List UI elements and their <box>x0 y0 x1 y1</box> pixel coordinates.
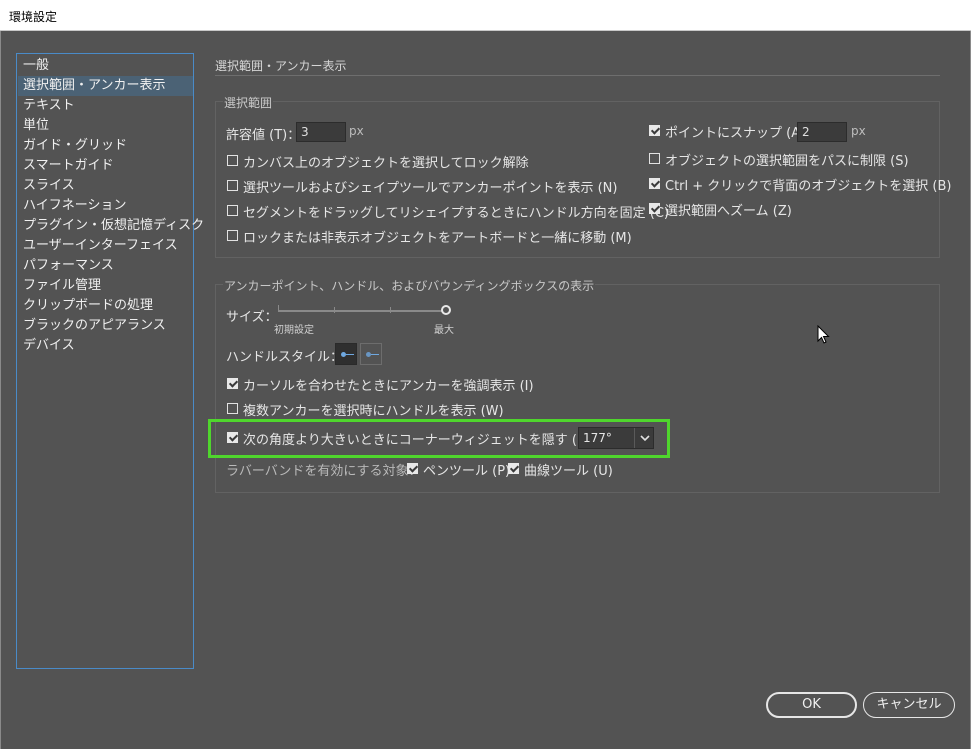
hide-corner-widget-label: 次の角度より大きいときにコーナーウィジェットを隠す (H)： <box>243 433 605 448</box>
unlock-on-canvas-label: カンバス上のオブジェクトを選択してロック解除 <box>243 156 529 171</box>
sidebar-item-selection-anchor[interactable]: 選択範囲・アンカー表示 <box>18 76 193 96</box>
show-anchors-label: 選択ツールおよびシェイプツールでアンカーポイントを表示 (N) <box>243 181 618 196</box>
sidebar-item-general[interactable]: 一般 <box>18 56 193 76</box>
sidebar-item-devices[interactable]: デバイス <box>18 336 193 356</box>
tolerance-label: 許容値 (T)： <box>226 128 301 143</box>
sidebar-item-text[interactable]: テキスト <box>18 96 193 116</box>
move-locked-label: ロックまたは非表示オブジェクトをアートボードと一緒に移動 (M) <box>243 231 632 246</box>
size-label: サイズ： <box>226 310 278 325</box>
unlock-on-canvas-checkbox[interactable] <box>227 155 238 166</box>
size-slider-track[interactable] <box>278 310 446 312</box>
selection-group-title: 選択範囲 <box>223 94 274 111</box>
corner-angle-dropdown[interactable]: 177° <box>578 427 654 449</box>
sidebar-item-clipboard[interactable]: クリップボードの処理 <box>18 296 193 316</box>
size-max-label: 最大 <box>434 325 454 336</box>
constrain-handles-checkbox[interactable] <box>227 205 238 216</box>
size-slider-knob[interactable] <box>441 305 451 315</box>
sidebar-item-performance[interactable]: パフォーマンス <box>18 256 193 276</box>
rubber-band-label: ラバーバンドを有効にする対象： <box>226 464 422 479</box>
hide-corner-widget-checkbox[interactable] <box>227 432 238 443</box>
show-handles-checkbox[interactable] <box>227 403 238 414</box>
pen-tool-label: ペンツール (P) <box>423 464 511 479</box>
window-title: 環境設定 <box>9 10 58 24</box>
sidebar-item-hyphenation[interactable]: ハイフネーション <box>18 196 193 216</box>
zoom-to-selection-checkbox[interactable] <box>649 203 660 214</box>
snap-unit: px <box>851 124 866 138</box>
sidebar-item-user-interface[interactable]: ユーザーインターフェイス <box>18 236 193 256</box>
path-only-label: オブジェクトの選択範囲をパスに制限 (S) <box>665 154 909 169</box>
snap-distance-input[interactable]: 2 <box>797 122 847 142</box>
ctrl-click-behind-checkbox[interactable] <box>649 178 660 189</box>
handle-style-label: ハンドルスタイル： <box>226 350 344 365</box>
curvature-tool-checkbox[interactable] <box>508 463 519 474</box>
highlight-anchors-label: カーソルを合わせたときにアンカーを強調表示 (I) <box>243 379 534 394</box>
snap-to-point-checkbox[interactable] <box>649 125 660 136</box>
dropdown-separator <box>634 428 635 448</box>
cancel-button[interactable]: キャンセル <box>863 692 955 718</box>
sidebar-item-guides-grid[interactable]: ガイド・グリッド <box>18 136 193 156</box>
ok-button[interactable]: OK <box>766 692 857 718</box>
handle-style-hollow-button[interactable] <box>360 343 382 365</box>
highlight-anchors-checkbox[interactable] <box>227 378 238 389</box>
move-locked-checkbox[interactable] <box>227 230 238 241</box>
show-anchors-checkbox[interactable] <box>227 180 238 191</box>
anchor-group-title: アンカーポイント、ハンドル、およびバウンディングボックスの表示 <box>223 277 596 294</box>
sidebar-item-units[interactable]: 単位 <box>18 116 193 136</box>
snap-to-point-label: ポイントにスナップ (A) <box>665 126 806 141</box>
ctrl-click-behind-label: Ctrl + クリックで背面のオブジェクトを選択 (B) <box>665 179 952 194</box>
mouse-cursor-icon <box>817 325 830 344</box>
corner-angle-value: 177° <box>583 431 612 445</box>
divider <box>215 75 940 76</box>
size-tick <box>278 305 279 311</box>
tolerance-unit: px <box>349 124 364 138</box>
size-tick <box>334 307 335 313</box>
window-border-left <box>0 31 1 749</box>
sidebar-item-slices[interactable]: スライス <box>18 176 193 196</box>
handle-line-icon <box>346 354 354 355</box>
category-list[interactable]: 一般 選択範囲・アンカー表示 テキスト 単位 ガイド・グリッド スマートガイド … <box>16 53 204 669</box>
sidebar-item-smart-guides[interactable]: スマートガイド <box>18 156 193 176</box>
zoom-to-selection-label: 選択範囲へズーム (Z) <box>665 204 792 219</box>
sidebar-item-plugins[interactable]: プラグイン・仮想記憶ディスク <box>18 216 204 236</box>
path-only-checkbox[interactable] <box>649 153 660 164</box>
handle-style-solid-button[interactable] <box>335 343 357 365</box>
section-heading: 選択範囲・アンカー表示 <box>215 59 347 73</box>
show-handles-label: 複数アンカーを選択時にハンドルを表示 (W) <box>243 404 504 419</box>
title-bar: 環境設定 <box>0 0 971 31</box>
handle-line-icon <box>371 354 379 355</box>
sidebar-item-black-appearance[interactable]: ブラックのアピアランス <box>18 316 193 336</box>
tolerance-input[interactable]: 3 <box>296 122 346 142</box>
size-min-label: 初期設定 <box>274 325 314 336</box>
sidebar-item-file-handling[interactable]: ファイル管理 <box>18 276 193 296</box>
pen-tool-checkbox[interactable] <box>407 463 418 474</box>
curvature-tool-label: 曲線ツール (U) <box>524 464 613 479</box>
size-tick <box>390 307 391 313</box>
constrain-handles-label: セグメントをドラッグしてリシェイプするときにハンドル方向を固定 (C) <box>243 206 669 221</box>
chevron-down-icon[interactable] <box>637 428 653 448</box>
